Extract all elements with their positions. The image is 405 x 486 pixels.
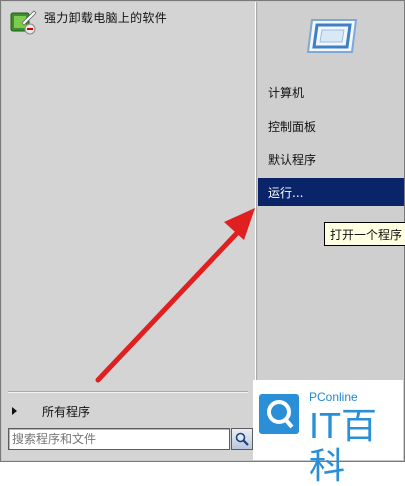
pinned-program-item[interactable]: 强力卸载电脑上的软件 xyxy=(8,6,252,38)
pconline-watermark: PConline IT百科 xyxy=(253,380,403,486)
menu-item-run[interactable]: 运行... xyxy=(258,178,404,206)
menu-item-label: 运行... xyxy=(268,185,304,200)
triangle-right-icon xyxy=(12,407,17,415)
menu-item-computer[interactable]: 计算机 xyxy=(258,78,404,106)
search-input[interactable] xyxy=(9,432,222,446)
menu-item-label: 默认程序 xyxy=(268,152,317,167)
search-button[interactable] xyxy=(231,428,253,450)
magnifier-icon xyxy=(235,432,249,446)
user-picture-frame-icon[interactable] xyxy=(306,16,358,56)
menu-item-control-panel[interactable]: 控制面板 xyxy=(258,112,404,140)
menu-item-label: 控制面板 xyxy=(268,119,317,134)
programs-pane: 强力卸载电脑上的软件 所有程序 xyxy=(2,2,256,460)
watermark-big-text: IT百科 xyxy=(309,405,377,486)
pconline-logo-icon xyxy=(259,394,299,434)
run-tooltip: 打开一个程序 xyxy=(324,222,405,246)
pinned-program-label: 强力卸载电脑上的软件 xyxy=(44,10,168,25)
menu-item-label: 计算机 xyxy=(268,85,305,100)
uninstaller-icon xyxy=(8,7,38,37)
watermark-small-text: PConline xyxy=(309,390,358,404)
all-programs-label: 所有程序 xyxy=(42,404,91,419)
search-box[interactable] xyxy=(8,428,230,450)
divider xyxy=(8,391,248,393)
all-programs-button[interactable]: 所有程序 xyxy=(8,400,248,422)
menu-item-default-programs[interactable]: 默认程序 xyxy=(258,145,404,173)
